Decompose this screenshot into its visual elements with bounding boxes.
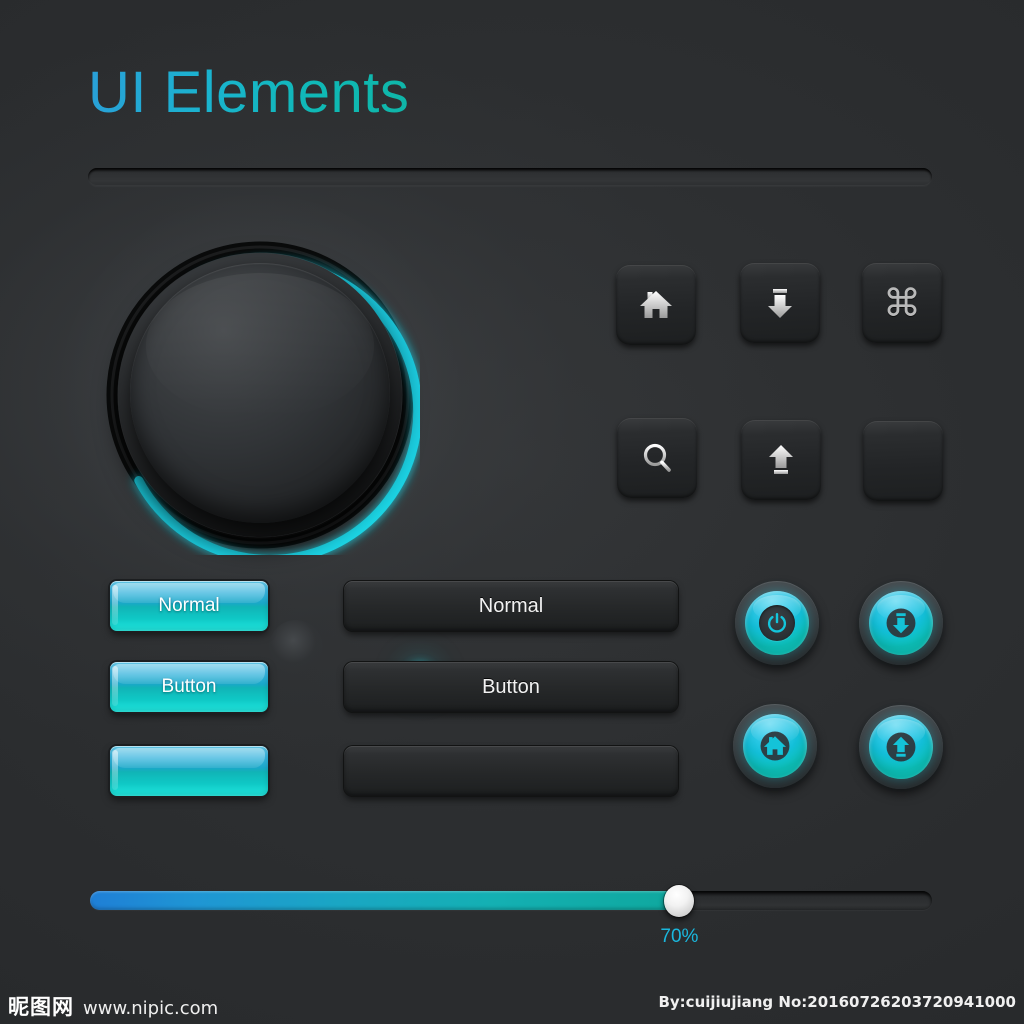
rotary-knob[interactable] xyxy=(60,195,460,686)
round-button-well xyxy=(759,605,795,641)
design-canvas: UI Elements ⌘ Normal Button Normal Butto… xyxy=(0,0,1024,1024)
power-icon xyxy=(767,613,787,633)
dark-button-empty[interactable] xyxy=(344,746,678,796)
icon-button-upload[interactable] xyxy=(741,420,821,500)
round-button-glyph xyxy=(758,729,792,763)
progress-slider-value: 70% xyxy=(660,926,699,947)
round-button-power[interactable] xyxy=(735,581,819,665)
knob-face[interactable] xyxy=(130,263,390,523)
footer-credit: By:cuijiujiang No:20160726203720941000 xyxy=(658,993,1016,1011)
site-name: 昵图网 xyxy=(8,995,74,1019)
knob-indicator-recess xyxy=(269,620,323,674)
dark-button-label: Normal xyxy=(478,594,544,617)
site-url: www.nipic.com xyxy=(83,998,219,1019)
progress-slider-fill xyxy=(90,891,680,910)
round-button-upload[interactable] xyxy=(859,705,943,789)
round-button-download[interactable] xyxy=(859,581,943,665)
download-icon xyxy=(886,608,916,638)
dark-button-button[interactable]: Button xyxy=(344,662,678,712)
teal-button-empty[interactable] xyxy=(110,746,268,796)
home-icon xyxy=(640,291,672,318)
round-button-face xyxy=(869,715,933,779)
upload-icon xyxy=(769,445,793,474)
dark-button-normal[interactable]: Normal xyxy=(344,581,678,631)
page-title: UI Elements xyxy=(88,60,410,125)
icon-button-blank[interactable] xyxy=(863,421,943,501)
teal-button-label: Normal xyxy=(158,595,220,616)
round-button-home[interactable] xyxy=(733,704,817,788)
footer-branding: 昵图网 www.nipic.com xyxy=(8,991,218,1021)
upload-icon xyxy=(886,732,916,762)
empty-progress-track[interactable] xyxy=(88,168,932,186)
round-button-glyph xyxy=(884,606,918,640)
progress-slider-thumb[interactable] xyxy=(664,885,695,917)
icon-button-command[interactable]: ⌘ xyxy=(862,263,942,343)
round-button-face xyxy=(745,591,809,655)
home-icon xyxy=(760,731,790,761)
dark-button-label: Button xyxy=(482,675,540,698)
progress-slider-track[interactable] xyxy=(90,891,932,910)
teal-button-label: Button xyxy=(161,676,217,697)
icon-button-download[interactable] xyxy=(740,263,820,343)
teal-button-button[interactable]: Button xyxy=(110,662,268,712)
search-icon xyxy=(643,443,671,472)
round-button-glyph xyxy=(884,730,918,764)
download-icon xyxy=(768,289,792,318)
command-icon: ⌘ xyxy=(883,281,921,325)
icon-button-home[interactable] xyxy=(616,265,696,345)
teal-button-normal[interactable]: Normal xyxy=(110,581,268,631)
round-button-face xyxy=(743,714,807,778)
icon-button-search[interactable] xyxy=(617,418,697,498)
round-button-face xyxy=(869,591,933,655)
